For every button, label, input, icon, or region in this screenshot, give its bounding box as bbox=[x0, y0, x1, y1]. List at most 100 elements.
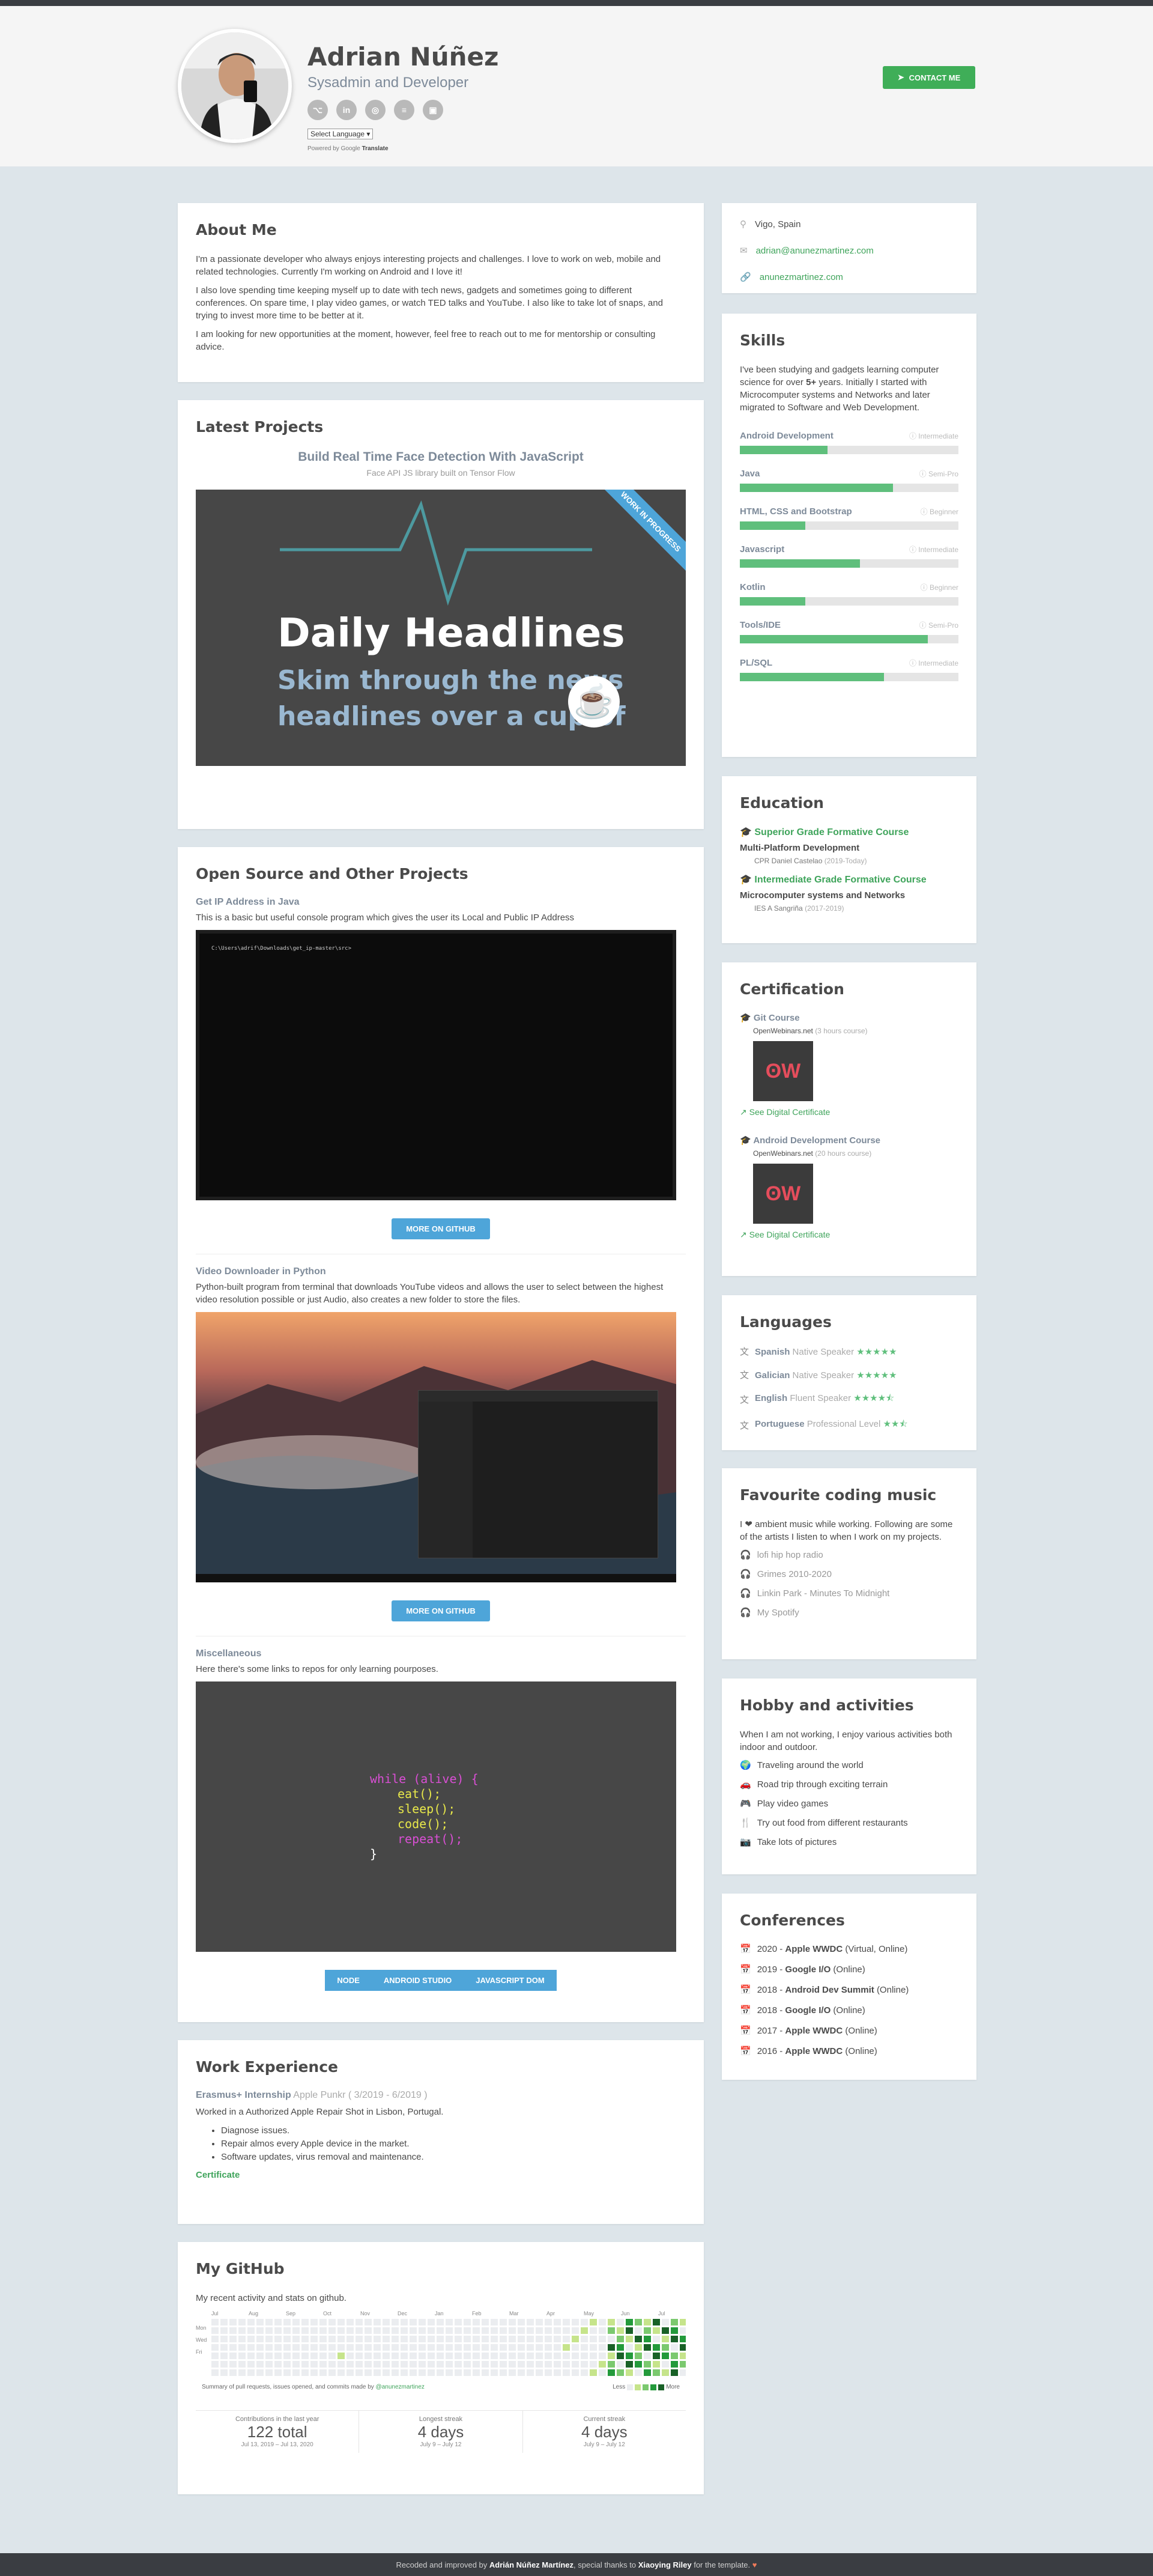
contribution-day bbox=[491, 2319, 498, 2325]
project-title-link[interactable]: Build Real Time Face Detection With Java… bbox=[196, 450, 686, 464]
contribution-day bbox=[491, 2344, 498, 2351]
contribution-day bbox=[671, 2344, 678, 2351]
email-link[interactable]: adrian@anunezmartinez.com bbox=[756, 246, 874, 256]
stackoverflow-icon[interactable]: ≡ bbox=[394, 100, 414, 120]
footer: Recoded and improved by Adrián Núñez Mar… bbox=[0, 2553, 1153, 2576]
tag-node[interactable]: NODE bbox=[325, 1970, 372, 1991]
contribution-day bbox=[563, 2327, 570, 2334]
skill-level: ⓘ Beginner bbox=[920, 583, 958, 592]
contribution-day bbox=[247, 2344, 255, 2351]
contribution-day bbox=[473, 2344, 480, 2351]
contribution-day bbox=[328, 2344, 336, 2351]
contribution-day bbox=[265, 2327, 273, 2334]
project-subtitle: Face API JS library built on Tensor Flow bbox=[366, 468, 515, 478]
linkedin-icon[interactable]: in bbox=[336, 100, 357, 120]
camera-icon: 📷 bbox=[740, 1837, 751, 1847]
about-paragraph: I also love spending time keeping myself… bbox=[196, 285, 663, 321]
contribution-day bbox=[536, 2319, 543, 2325]
contribution-day bbox=[680, 2319, 686, 2325]
contribution-day bbox=[310, 2361, 318, 2368]
contribution-day bbox=[536, 2344, 543, 2351]
contribution-day bbox=[464, 2369, 471, 2376]
contribution-day bbox=[626, 2361, 633, 2368]
contribution-day bbox=[437, 2319, 444, 2325]
contribution-day bbox=[680, 2369, 686, 2376]
globe-icon[interactable]: ◎ bbox=[365, 100, 386, 120]
tag-javascript-dom[interactable]: JAVASCRIPT DOM bbox=[464, 1970, 557, 1991]
github-description: My recent activity and stats on github. bbox=[196, 2293, 347, 2303]
conferences-heading: Conferences bbox=[740, 1912, 845, 1929]
contribution-day bbox=[265, 2353, 273, 2359]
info-icon: ⓘ bbox=[920, 583, 928, 592]
contribution-day bbox=[374, 2353, 381, 2359]
contribution-day bbox=[319, 2353, 327, 2359]
more-on-github-button[interactable]: MORE ON GITHUB bbox=[392, 1600, 490, 1621]
contribution-day bbox=[581, 2353, 588, 2359]
contribution-day bbox=[563, 2319, 570, 2325]
month-label: Sep bbox=[286, 2310, 296, 2316]
footer-thanks-link[interactable]: Xiaoying Riley bbox=[638, 2560, 692, 2569]
contribution-day bbox=[310, 2319, 318, 2325]
code-image: while (alive) { eat(); sleep(); code(); … bbox=[196, 1681, 676, 1952]
instagram-icon[interactable]: ▣ bbox=[423, 100, 443, 120]
contribution-day bbox=[608, 2336, 615, 2342]
contribution-day bbox=[518, 2369, 525, 2376]
contribution-day bbox=[455, 2319, 462, 2325]
contribution-day bbox=[554, 2336, 561, 2342]
skill-name: Android Development bbox=[740, 431, 834, 441]
contribution-day bbox=[220, 2327, 228, 2334]
skill-bar-fill bbox=[740, 635, 928, 643]
language-select[interactable]: Select Language ▾ bbox=[307, 129, 374, 139]
tag-android-studio[interactable]: ANDROID STUDIO bbox=[371, 1970, 464, 1991]
footer-author-link[interactable]: Adrián Núñez Martínez bbox=[489, 2560, 573, 2569]
contribution-day bbox=[229, 2344, 237, 2351]
more-on-github-button[interactable]: MORE ON GITHUB bbox=[392, 1218, 490, 1239]
calendar-icon: 📅 bbox=[740, 1985, 751, 1995]
about-paragraph: I'm a passionate developer who always en… bbox=[196, 254, 661, 277]
contact-me-button[interactable]: ➤ CONTACT ME bbox=[883, 66, 975, 89]
skill-bar bbox=[740, 597, 958, 606]
contribution-day bbox=[500, 2361, 507, 2368]
skill-level: ⓘ Intermediate bbox=[909, 545, 958, 554]
contribution-day bbox=[626, 2369, 633, 2376]
contribution-day bbox=[356, 2361, 363, 2368]
openwebinars-logo: ʘW bbox=[753, 1041, 813, 1101]
project-title: Video Downloader in Python bbox=[196, 1266, 326, 1277]
contribution-day bbox=[374, 2344, 381, 2351]
calendar-months: Jul Aug Sep Oct Nov Dec Jan Feb Mar Apr May Jun Jul bbox=[211, 2310, 686, 2318]
certification-section: Certification 🎓 Git Course OpenWebinars.… bbox=[722, 962, 976, 1276]
github-user-link[interactable]: @anunezmartinez bbox=[376, 2384, 425, 2390]
contribution-day bbox=[220, 2344, 228, 2351]
github-icon[interactable]: ⌥ bbox=[307, 100, 328, 120]
certificate-link[interactable]: Certificate bbox=[196, 2170, 240, 2180]
month-label: Aug bbox=[249, 2310, 259, 2316]
contribution-day bbox=[337, 2319, 345, 2325]
contribution-day bbox=[211, 2369, 219, 2376]
contribution-day bbox=[283, 2361, 291, 2368]
music-link[interactable]: 🎧 My Spotify bbox=[740, 1607, 958, 1618]
see-certificate-link[interactable]: ↗ See Digital Certificate bbox=[740, 1230, 830, 1239]
contribution-day bbox=[428, 2336, 435, 2342]
contribution-day bbox=[617, 2344, 624, 2351]
contribution-day bbox=[572, 2369, 579, 2376]
contribution-day bbox=[238, 2327, 246, 2334]
music-link[interactable]: 🎧 lofi hip hop radio bbox=[740, 1549, 958, 1561]
skill-name: Kotlin bbox=[740, 582, 766, 592]
month-label: Feb bbox=[472, 2310, 482, 2316]
music-link[interactable]: 🎧 Linkin Park - Minutes To Midnight bbox=[740, 1588, 958, 1599]
contribution-day bbox=[292, 2336, 300, 2342]
music-link[interactable]: 🎧 Grimes 2010-2020 bbox=[740, 1569, 958, 1580]
month-label: Jan bbox=[435, 2310, 444, 2316]
see-certificate-link[interactable]: ↗ See Digital Certificate bbox=[740, 1107, 830, 1117]
contribution-day bbox=[356, 2344, 363, 2351]
day-label: Wed bbox=[196, 2337, 207, 2343]
website-link[interactable]: anunezmartinez.com bbox=[760, 272, 843, 282]
contribution-day bbox=[238, 2336, 246, 2342]
skill-bar bbox=[740, 484, 958, 492]
project-title: Get IP Address in Java bbox=[196, 897, 300, 907]
contribution-day bbox=[662, 2336, 669, 2342]
contribution-day bbox=[482, 2353, 489, 2359]
contribution-day bbox=[419, 2336, 426, 2342]
contribution-day bbox=[301, 2327, 309, 2334]
project-image[interactable]: Daily Headlines Skim through the news he… bbox=[196, 490, 686, 766]
